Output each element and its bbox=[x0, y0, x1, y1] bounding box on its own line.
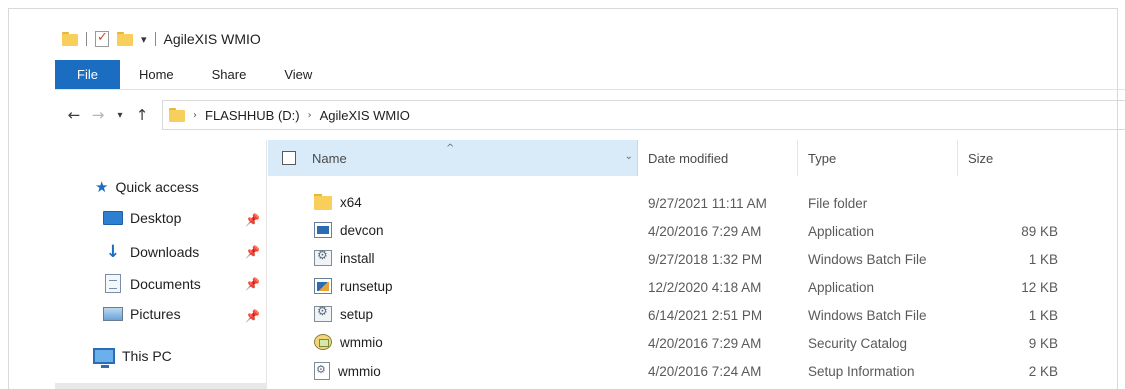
up-arrow-icon[interactable]: ↑ bbox=[130, 106, 154, 124]
batch-file-icon bbox=[314, 304, 332, 322]
file-size: 89 KB bbox=[1021, 224, 1058, 239]
file-date: 4/20/2016 7:29 AM bbox=[648, 336, 762, 351]
navigation-bar: ← → ▾ ↑ › FLASHHUB (D:) › AgileXIS WMIO bbox=[62, 100, 1125, 130]
pin-icon: 📌 bbox=[245, 245, 260, 259]
nav-item-label: Desktop bbox=[130, 210, 182, 226]
file-row[interactable]: setup 6/14/2021 2:51 PM Windows Batch Fi… bbox=[268, 302, 1068, 328]
desktop-icon bbox=[103, 211, 123, 225]
column-header-name[interactable]: Name ^ ⌄ bbox=[268, 140, 638, 176]
batch-file-icon bbox=[314, 248, 332, 266]
pictures-icon bbox=[103, 307, 123, 321]
column-header-size[interactable]: Size bbox=[958, 140, 1066, 176]
title-separator bbox=[154, 32, 156, 46]
file-date: 6/14/2021 2:51 PM bbox=[648, 308, 763, 323]
file-name: wmmio bbox=[340, 334, 383, 350]
column-header-row: Name ^ ⌄ Date modified Type Size bbox=[268, 140, 1068, 176]
file-name: setup bbox=[340, 306, 374, 322]
tab-view[interactable]: View bbox=[265, 60, 331, 89]
file-date: 9/27/2021 11:11 AM bbox=[648, 196, 767, 211]
nav-item-documents[interactable]: Documents bbox=[103, 274, 201, 293]
nav-item-label: Documents bbox=[130, 275, 201, 292]
tab-share[interactable]: Share bbox=[193, 60, 266, 89]
file-type: File folder bbox=[808, 196, 868, 211]
recent-locations-chevron-icon[interactable]: ▾ bbox=[110, 110, 130, 121]
documents-icon bbox=[105, 274, 121, 293]
file-row[interactable]: runsetup 12/2/2020 4:18 AM Application 1… bbox=[268, 274, 1068, 300]
pin-icon: 📌 bbox=[245, 277, 260, 291]
downloads-icon: ↓ bbox=[105, 242, 121, 262]
file-type: Application bbox=[808, 280, 875, 295]
file-row[interactable]: install 9/27/2018 1:32 PM Windows Batch … bbox=[268, 246, 1068, 272]
file-date: 12/2/2020 4:18 AM bbox=[648, 280, 762, 295]
breadcrumb-drive[interactable]: FLASHHUB (D:) bbox=[205, 108, 300, 123]
address-bar[interactable]: › FLASHHUB (D:) › AgileXIS WMIO bbox=[162, 100, 1125, 130]
tab-file[interactable]: File bbox=[55, 60, 120, 89]
nav-quick-access[interactable]: ★ Quick access bbox=[95, 178, 199, 196]
nav-item-this-pc[interactable]: This PC bbox=[93, 348, 172, 368]
breadcrumb-folder[interactable]: AgileXIS WMIO bbox=[320, 108, 410, 123]
properties-icon[interactable] bbox=[95, 30, 109, 47]
security-catalog-icon bbox=[314, 334, 332, 350]
column-header-date[interactable]: Date modified bbox=[638, 140, 798, 176]
file-name: runsetup bbox=[340, 278, 393, 294]
column-filter-chevron-icon[interactable]: ⌄ bbox=[625, 151, 633, 162]
sort-ascending-icon: ^ bbox=[446, 143, 455, 154]
folder-icon bbox=[62, 32, 78, 46]
nav-item-pictures[interactable]: Pictures bbox=[103, 306, 181, 322]
file-type: Windows Batch File bbox=[808, 308, 927, 323]
column-header-name-label: Name bbox=[312, 150, 347, 166]
nav-item-label: Downloads bbox=[130, 244, 200, 260]
nav-quick-access-label: Quick access bbox=[115, 179, 199, 195]
file-row[interactable]: wmmio 4/20/2016 7:29 AM Security Catalog… bbox=[268, 330, 1068, 356]
application-icon bbox=[314, 222, 332, 238]
customize-toolbar-dropdown-icon[interactable]: ▾ bbox=[141, 33, 147, 46]
file-type: Setup Information bbox=[808, 364, 915, 379]
file-size: 1 KB bbox=[1028, 308, 1058, 323]
select-all-checkbox[interactable] bbox=[282, 151, 296, 165]
navigation-pane-scrollbar[interactable] bbox=[55, 383, 267, 389]
setup-information-icon bbox=[314, 362, 330, 380]
nav-item-downloads[interactable]: ↓ Downloads bbox=[103, 242, 199, 262]
tab-home[interactable]: Home bbox=[120, 60, 193, 89]
file-type: Windows Batch File bbox=[808, 252, 927, 267]
file-name: wmmio bbox=[338, 363, 381, 379]
file-size: 9 KB bbox=[1028, 336, 1058, 351]
navigation-pane: ★ Quick access Desktop 📌 ↓ Downloads 📌 D… bbox=[55, 140, 267, 389]
column-header-type[interactable]: Type bbox=[798, 140, 958, 176]
ribbon-tabs: File Home Share View bbox=[55, 60, 1125, 90]
star-icon: ★ bbox=[95, 178, 109, 196]
file-row[interactable]: devcon 4/20/2016 7:29 AM Application 89 … bbox=[268, 218, 1068, 244]
setup-application-icon bbox=[314, 278, 332, 294]
file-row[interactable]: wmmio 4/20/2016 7:24 AM Setup Informatio… bbox=[268, 358, 1068, 384]
nav-item-label: Pictures bbox=[130, 306, 181, 322]
file-row[interactable]: x64 9/27/2021 11:11 AM File folder bbox=[268, 190, 1068, 216]
forward-arrow-icon[interactable]: → bbox=[86, 106, 110, 124]
file-name: devcon bbox=[340, 222, 384, 238]
breadcrumb-chevron-icon[interactable]: › bbox=[308, 110, 312, 121]
file-type: Application bbox=[808, 224, 875, 239]
file-size: 1 KB bbox=[1028, 252, 1058, 267]
back-arrow-icon[interactable]: ← bbox=[62, 106, 86, 124]
file-name: install bbox=[340, 250, 375, 266]
title-bar: ▾ AgileXIS WMIO bbox=[62, 26, 261, 52]
file-name: x64 bbox=[340, 194, 362, 210]
file-date: 4/20/2016 7:24 AM bbox=[648, 364, 762, 379]
pin-icon: 📌 bbox=[245, 309, 260, 323]
file-date: 4/20/2016 7:29 AM bbox=[648, 224, 762, 239]
folder-icon bbox=[169, 108, 185, 122]
quick-access-separator bbox=[86, 32, 87, 46]
pin-icon: 📌 bbox=[245, 213, 260, 227]
nav-item-label: This PC bbox=[122, 348, 172, 364]
file-type: Security Catalog bbox=[808, 336, 908, 351]
folder-icon bbox=[314, 194, 332, 210]
file-size: 2 KB bbox=[1028, 364, 1058, 379]
window-title: AgileXIS WMIO bbox=[163, 31, 261, 47]
computer-icon bbox=[93, 348, 115, 368]
nav-item-desktop[interactable]: Desktop bbox=[103, 210, 181, 226]
breadcrumb-chevron-icon[interactable]: › bbox=[193, 110, 197, 121]
file-date: 9/27/2018 1:32 PM bbox=[648, 252, 763, 267]
new-folder-icon[interactable] bbox=[117, 32, 133, 46]
file-size: 12 KB bbox=[1021, 280, 1058, 295]
